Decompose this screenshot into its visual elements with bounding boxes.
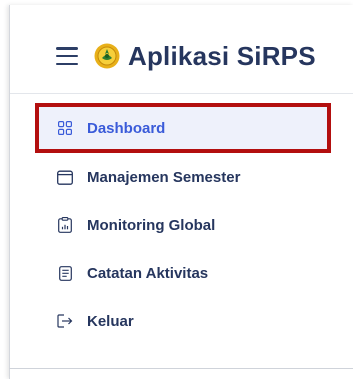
app-title: Aplikasi SiRPS xyxy=(128,40,316,71)
sidebar-bottom-edge xyxy=(9,368,353,369)
sidebar-menu: Dashboard Manajemen Semester Monitoring … xyxy=(35,103,331,345)
dashboard-grid-icon xyxy=(57,120,73,136)
sidebar-item-label: Monitoring Global xyxy=(87,216,216,234)
sidebar-item-dashboard[interactable]: Dashboard xyxy=(35,103,331,153)
sidebar-item-keluar[interactable]: Keluar xyxy=(35,297,331,345)
sidebar-header: Aplikasi SiRPS xyxy=(56,36,316,76)
clipboard-chart-icon xyxy=(57,217,73,233)
calendar-icon xyxy=(57,169,73,185)
notes-icon xyxy=(57,265,73,281)
sidebar-item-label: Catatan Aktivitas xyxy=(87,264,209,282)
sidebar-item-label: Dashboard xyxy=(87,119,166,137)
sidebar-item-monitoring-global[interactable]: Monitoring Global xyxy=(35,201,331,249)
sidebar-item-label: Keluar xyxy=(87,312,134,330)
hamburger-menu-icon[interactable] xyxy=(56,47,78,65)
app-logo-icon xyxy=(94,43,120,69)
sidebar-item-label: Manajemen Semester xyxy=(87,168,241,186)
screenshot-frame: Aplikasi SiRPS Dashboard Manajemen Semes… xyxy=(0,0,353,379)
sidebar-item-manajemen-semester[interactable]: Manajemen Semester xyxy=(35,153,331,201)
logout-icon xyxy=(57,313,73,329)
header-divider xyxy=(10,93,353,94)
sidebar-item-catatan-aktivitas[interactable]: Catatan Aktivitas xyxy=(35,249,331,297)
